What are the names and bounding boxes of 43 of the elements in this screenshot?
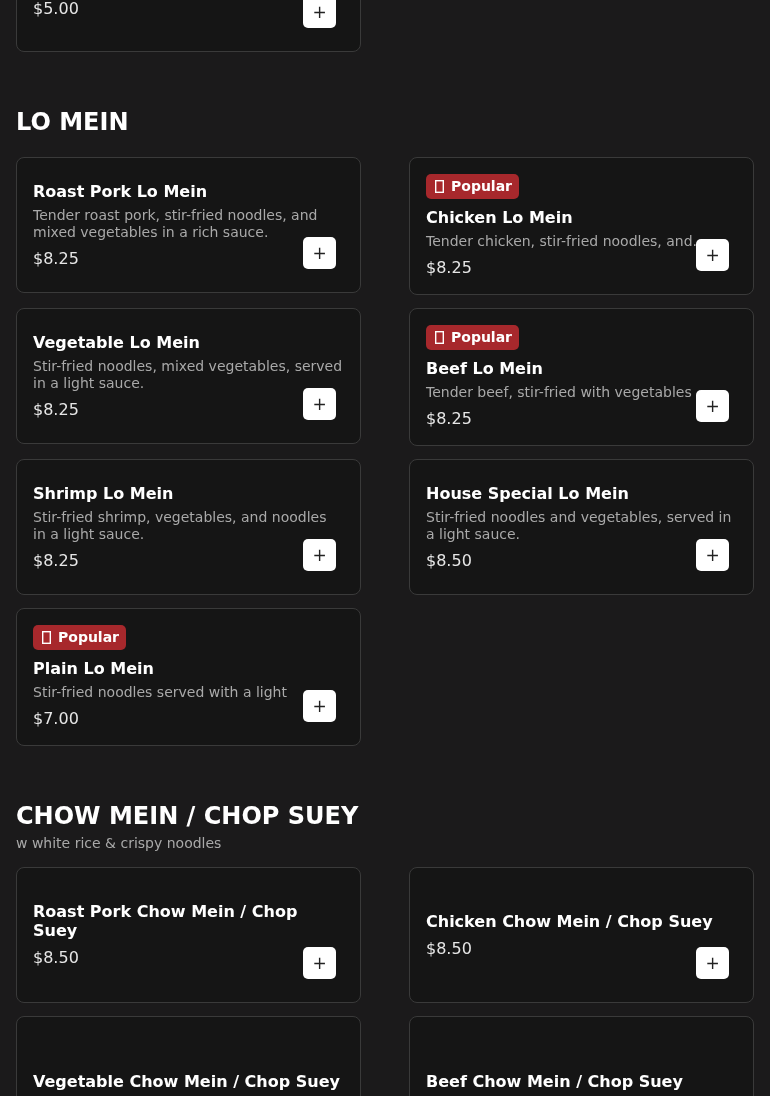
item-name: Roast Pork Chow Mein / Chop Suey bbox=[33, 902, 299, 940]
item-name: House Special Lo Mein bbox=[426, 483, 630, 503]
add-button[interactable]: + bbox=[303, 0, 336, 28]
section-heading: LO MEIN bbox=[16, 107, 130, 137]
item-name: Chicken Chow Mein / Chop Suey bbox=[426, 911, 714, 931]
item-price: $5.00 bbox=[33, 0, 80, 19]
item-price: $8.25 bbox=[426, 409, 473, 429]
item-name: Beef Chow Mein / Chop Suey bbox=[426, 1071, 684, 1091]
add-button[interactable]: + bbox=[696, 239, 729, 271]
add-button[interactable]: + bbox=[303, 539, 336, 571]
item-price: $8.25 bbox=[33, 399, 80, 420]
item-name: Plain Lo Mein bbox=[33, 659, 155, 678]
box-icon bbox=[435, 179, 444, 193]
item-description: Stir-fried noodles served with a light bbox=[33, 684, 288, 701]
item-name: Chicken Lo Mein bbox=[426, 208, 574, 227]
item-price: $7.00 bbox=[33, 709, 80, 729]
item-price: $8.25 bbox=[33, 550, 80, 571]
badge-label: Popular bbox=[58, 629, 120, 645]
section-heading: CHOW MEIN / CHOP SUEY bbox=[16, 801, 360, 831]
add-button[interactable]: + bbox=[696, 539, 729, 571]
item-name: Beef Lo Mein bbox=[426, 359, 544, 378]
item-name: Shrimp Lo Mein bbox=[33, 483, 175, 503]
add-button[interactable]: + bbox=[303, 237, 336, 269]
box-icon bbox=[435, 330, 444, 344]
box-icon bbox=[42, 630, 51, 644]
section-subtitle: w white rice & crispy noodles bbox=[16, 835, 223, 851]
badge-label: Popular bbox=[451, 329, 513, 345]
add-button[interactable]: + bbox=[303, 690, 336, 722]
item-price: $8.25 bbox=[426, 258, 473, 278]
item-price: $8.50 bbox=[33, 948, 80, 968]
add-button[interactable]: + bbox=[303, 388, 336, 420]
item-price: $8.50 bbox=[426, 938, 473, 959]
item-description: Tender beef, stir-fried with vegetables bbox=[426, 384, 693, 401]
add-button[interactable]: + bbox=[303, 947, 336, 979]
item-description: Tender chicken, stir-fried noodles, and. bbox=[426, 233, 698, 250]
add-button[interactable]: + bbox=[696, 390, 729, 422]
item-name: Vegetable Chow Mein / Chop Suey bbox=[33, 1071, 341, 1091]
badge-label: Popular bbox=[451, 178, 513, 194]
item-name: Vegetable Lo Mein bbox=[33, 332, 201, 352]
item-price: $8.50 bbox=[426, 550, 473, 571]
item-price: $8.25 bbox=[33, 248, 80, 269]
item-name: Roast Pork Lo Mein bbox=[33, 181, 209, 201]
add-button[interactable]: + bbox=[696, 947, 729, 979]
